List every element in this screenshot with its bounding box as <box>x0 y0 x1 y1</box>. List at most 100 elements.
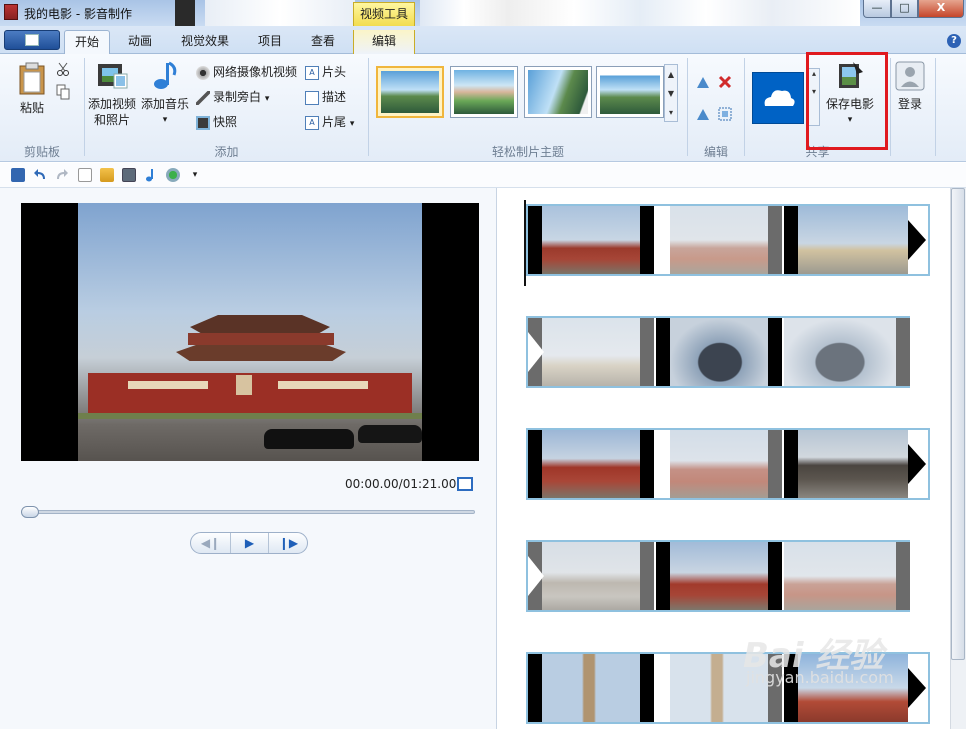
gallery-up-arrow[interactable]: ▲ <box>665 65 677 84</box>
video-clip[interactable] <box>784 430 930 498</box>
caption-button[interactable]: 描述 <box>305 87 346 107</box>
play-button[interactable]: ▶ <box>230 533 269 553</box>
credits-dropdown-arrow[interactable]: ▾ <box>350 119 355 129</box>
video-clip[interactable] <box>656 318 784 386</box>
paste-button[interactable]: 粘贴 <box>12 62 52 116</box>
undo-icon[interactable] <box>33 168 47 182</box>
title-strip-decoration <box>175 0 195 26</box>
title-bar: 我的电影 - 影音制作 视频工具 — □ X <box>0 0 966 26</box>
credits-icon: A <box>305 115 319 130</box>
title-glass-decoration <box>420 0 860 26</box>
add-music-dropdown-arrow[interactable]: ▾ <box>140 112 190 128</box>
title-label: 片头 <box>322 65 347 79</box>
tab-animations[interactable]: 动画 <box>118 30 162 54</box>
minimize-button[interactable]: — <box>863 0 891 18</box>
add-videos-label: 添加视频 <box>87 97 136 111</box>
user-avatar-icon <box>895 61 925 91</box>
playback-controls: ◀❙ ▶ ❙▶ <box>190 532 308 554</box>
title-icon: A <box>305 65 319 80</box>
add-photos-label: 和照片 <box>93 113 130 127</box>
app-icon[interactable] <box>4 4 18 20</box>
quick-access-toolbar: ▾ <box>0 163 966 188</box>
theme-thumbnail[interactable] <box>596 66 664 118</box>
rotate-left-icon[interactable] <box>695 74 711 90</box>
add-music-button[interactable]: 添加音乐 ▾ <box>140 60 190 128</box>
help-icon[interactable]: ? <box>947 34 961 48</box>
add-icon[interactable] <box>100 168 114 182</box>
tab-edit[interactable]: 编辑 <box>353 30 415 54</box>
customize-icon[interactable]: ▾ <box>188 168 202 182</box>
video-clip[interactable] <box>528 206 656 274</box>
time-readout: 00:00.00/01:21.00 <box>345 477 457 491</box>
tab-view[interactable]: 查看 <box>300 30 346 54</box>
clip-row <box>526 204 930 276</box>
storyboard-scroll-thumb[interactable] <box>951 188 965 660</box>
previous-frame-button[interactable]: ◀❙ <box>191 533 230 553</box>
title-button[interactable]: A 片头 <box>305 62 346 82</box>
sign-in-label: 登录 <box>897 97 922 111</box>
next-frame-button[interactable]: ❙▶ <box>269 533 308 553</box>
record-narration-button[interactable]: 录制旁白 ▾ <box>196 87 269 107</box>
group-separator <box>84 58 85 156</box>
select-all-icon[interactable] <box>717 106 733 122</box>
watermark-url: jingyan.baidu.com <box>746 668 894 687</box>
theme-gallery-scroll[interactable]: ▲ ▼ ▾ <box>664 64 678 122</box>
theme-thumbnail[interactable] <box>524 66 592 118</box>
video-clip[interactable] <box>784 206 930 274</box>
snapshot-label: 快照 <box>213 115 238 129</box>
music-note-icon <box>154 61 177 89</box>
gallery-more-arrow[interactable]: ▾ <box>665 103 677 122</box>
maximize-button[interactable]: □ <box>891 0 918 18</box>
tab-home[interactable]: 开始 <box>64 30 110 54</box>
group-label-clipboard: 剪贴板 <box>23 145 60 159</box>
gallery-down-arrow[interactable]: ▼ <box>665 84 677 103</box>
video-clip[interactable] <box>656 206 784 274</box>
video-clip[interactable] <box>528 654 656 722</box>
seek-thumb[interactable] <box>21 506 39 518</box>
theme-thumbnail[interactable] <box>450 66 518 118</box>
video-clip[interactable] <box>656 542 784 610</box>
video-clip[interactable] <box>784 542 910 610</box>
remove-icon[interactable] <box>717 74 733 90</box>
onedrive-cloud-icon[interactable] <box>752 72 804 124</box>
save-icon[interactable] <box>11 168 25 182</box>
caption-label: 描述 <box>322 90 347 104</box>
tab-visual-effects[interactable]: 视觉效果 <box>170 30 240 54</box>
video-preview[interactable] <box>21 203 479 461</box>
tab-project[interactable]: 项目 <box>248 30 292 54</box>
rotate-right-icon[interactable] <box>695 106 711 122</box>
video-clip[interactable] <box>528 430 656 498</box>
application-menu-button[interactable] <box>4 30 60 50</box>
music-icon[interactable] <box>144 168 158 182</box>
caption-icon <box>305 90 319 105</box>
video-clip[interactable] <box>528 318 656 386</box>
group-separator <box>744 58 745 156</box>
video-clip[interactable] <box>656 430 784 498</box>
close-button[interactable]: X <box>918 0 964 18</box>
fullscreen-icon[interactable] <box>457 477 473 491</box>
narration-label: 录制旁白 <box>213 90 262 104</box>
group-separator <box>890 58 891 156</box>
add-videos-photos-button[interactable]: 添加视频 和照片 <box>86 60 138 128</box>
webcam-video-button[interactable]: 网络摄像机视频 <box>196 62 297 82</box>
film-photo-icon <box>98 64 128 89</box>
credits-button[interactable]: A 片尾 ▾ <box>305 112 354 132</box>
video-clip[interactable] <box>784 318 910 386</box>
redo-icon[interactable] <box>55 168 69 182</box>
add-music-label: 添加音乐 <box>140 97 189 111</box>
snapshot-button[interactable]: 快照 <box>196 112 237 132</box>
video-clip[interactable] <box>528 542 656 610</box>
scissors-icon[interactable] <box>56 62 70 76</box>
narration-dropdown-arrow[interactable]: ▾ <box>265 94 270 104</box>
preview-pane: 00:00.00/01:21.00 ◀❙ ▶ ❙▶ <box>0 188 497 729</box>
credits-label: 片尾 <box>322 115 347 129</box>
seek-bar[interactable] <box>21 510 475 514</box>
copy-icon[interactable] <box>56 84 70 100</box>
theme-thumbnail[interactable] <box>376 66 444 118</box>
preview-frame-image <box>78 203 422 461</box>
window-title: 我的电影 - 影音制作 <box>24 7 132 21</box>
photo-icon[interactable] <box>122 168 136 182</box>
snapshot-icon[interactable] <box>166 168 180 182</box>
new-icon[interactable] <box>78 168 92 182</box>
sign-in-button[interactable]: 登录 <box>893 60 927 112</box>
